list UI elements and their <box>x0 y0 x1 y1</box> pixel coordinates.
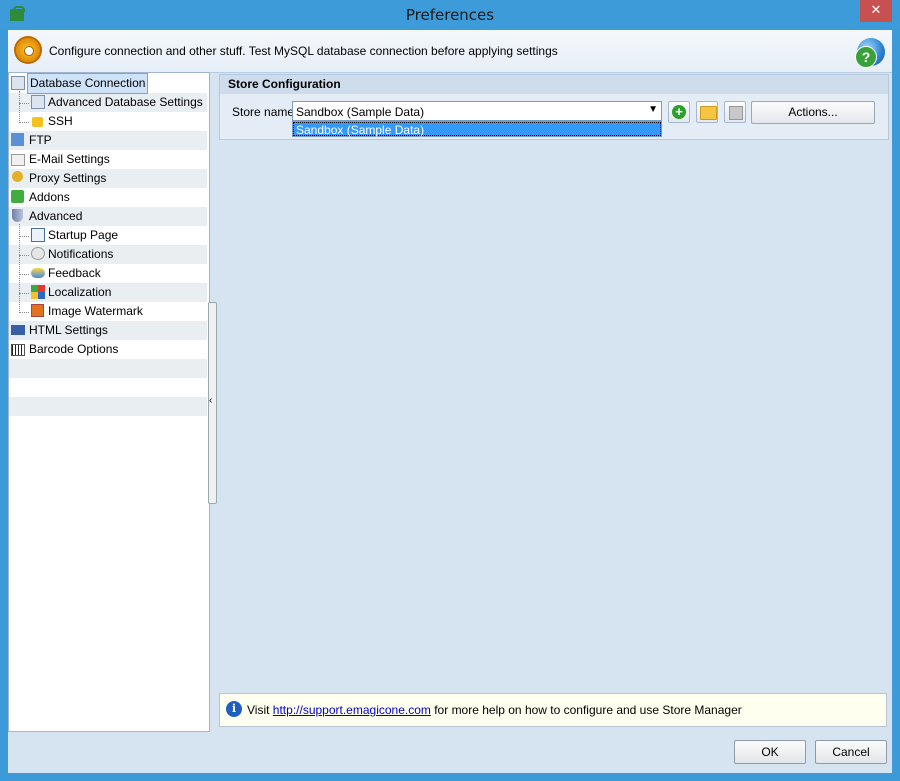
store-name-dropdown: Sandbox (Sample Data) <box>292 121 662 137</box>
tree-connector <box>19 224 20 313</box>
dropdown-option[interactable]: Sandbox (Sample Data) <box>293 122 661 137</box>
chevron-down-icon[interactable]: ▼ <box>648 104 658 115</box>
shield-icon <box>12 209 23 222</box>
store-name-label: Store name <box>232 105 295 119</box>
panel-title: Store Configuration <box>220 75 888 94</box>
open-folder-button[interactable] <box>696 101 718 123</box>
help-info-bar: i Visit http://support.emagicone.com for… <box>219 693 887 727</box>
tree-item-label: Image Watermark <box>48 304 143 318</box>
startup-page-icon <box>31 228 45 242</box>
panel-splitter[interactable]: ‹ <box>208 302 217 504</box>
header-banner: Configure connection and other stuff. Te… <box>8 30 892 73</box>
info-prefix: Visit <box>247 703 273 717</box>
close-button[interactable]: ✕ <box>860 0 892 22</box>
collapse-arrow-icon: ‹ <box>209 395 213 406</box>
tree-item-label: FTP <box>29 133 52 147</box>
tree-item-label: Barcode Options <box>29 342 119 356</box>
settings-tree: Database Connection Advanced Database Se… <box>8 72 210 732</box>
tree-connector <box>19 91 20 123</box>
tree-connector <box>19 103 29 104</box>
tree-item-label: SSH <box>48 114 73 128</box>
store-name-select[interactable]: Sandbox (Sample Data) ▼ <box>292 101 662 121</box>
tree-connector <box>19 293 29 294</box>
tree-item-label: Notifications <box>48 247 114 261</box>
tree-item-label: Advanced Database Settings <box>48 95 203 109</box>
ok-button[interactable]: OK <box>734 740 806 764</box>
feedback-icon <box>31 268 45 278</box>
tree-connector <box>19 312 29 313</box>
info-suffix: for more help on how to configure and us… <box>430 703 742 717</box>
window-title: Preferences <box>405 6 495 24</box>
info-icon: i <box>226 701 242 717</box>
dialog-body: Configure connection and other stuff. Te… <box>8 30 892 773</box>
support-link[interactable]: http://support.emagicone.com <box>273 703 431 717</box>
html-icon <box>11 325 25 335</box>
tree-connector <box>19 255 29 256</box>
barcode-icon <box>11 344 25 356</box>
database-icon <box>11 76 25 90</box>
info-text: Visit http://support.emagicone.com for m… <box>247 703 742 717</box>
add-store-button[interactable]: + <box>668 101 690 123</box>
tree-item-label: Proxy Settings <box>29 171 107 185</box>
tree-item-label: Database Connection <box>27 73 149 94</box>
header-description: Configure connection and other stuff. Te… <box>49 44 558 58</box>
lock-icon <box>32 117 43 127</box>
tree-connector <box>19 122 29 123</box>
tree-item-label: Addons <box>29 190 70 204</box>
help-glyph: ? <box>855 46 877 68</box>
ftp-icon <box>11 133 24 146</box>
notifications-icon <box>31 247 45 260</box>
tree-item-label: Feedback <box>48 266 101 280</box>
preferences-window: Preferences ✕ Configure connection and o… <box>0 0 900 781</box>
save-button[interactable] <box>724 101 746 123</box>
title-bar[interactable]: Preferences ✕ <box>0 0 900 30</box>
tree-connector <box>19 274 29 275</box>
proxy-icon <box>12 171 23 182</box>
help-icon[interactable]: ? <box>855 38 885 68</box>
tree-item-label: E-Mail Settings <box>29 152 110 166</box>
tree-item-label: HTML Settings <box>29 323 108 337</box>
cancel-button[interactable]: Cancel <box>815 740 887 764</box>
add-icon: + <box>672 105 686 119</box>
gear-icon <box>14 36 42 64</box>
actions-button[interactable]: Actions... <box>751 101 875 124</box>
database-settings-icon <box>31 95 45 109</box>
tree-connector <box>19 236 29 237</box>
folder-icon <box>700 106 717 120</box>
addons-icon <box>11 190 24 203</box>
tree-item-label: Advanced <box>29 209 83 223</box>
tree-item-label: Localization <box>48 285 112 299</box>
store-name-value: Sandbox (Sample Data) <box>296 105 425 119</box>
tree-item-label: Startup Page <box>48 228 119 242</box>
row-band <box>9 397 207 416</box>
email-icon <box>11 154 25 166</box>
save-icon <box>729 106 743 120</box>
watermark-icon <box>31 304 44 317</box>
localization-icon <box>31 285 45 299</box>
store-configuration-panel: Store Configuration Store name Sandbox (… <box>219 74 889 140</box>
row-band <box>9 359 207 378</box>
